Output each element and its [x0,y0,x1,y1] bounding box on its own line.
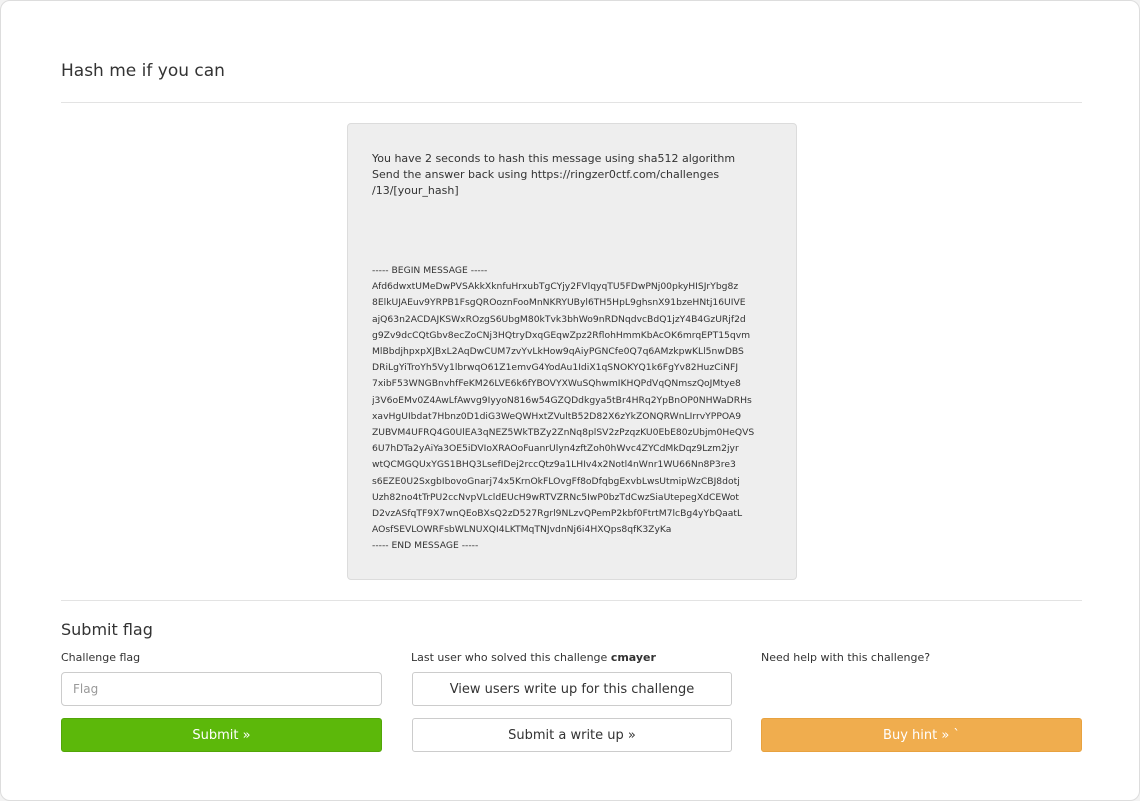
challenge-instructions: You have 2 seconds to hash this message … [372,152,736,197]
message-line: g9Zv9dcCQtGbv8ecZoCNj3HQtryDxqGEqwZpz2Rf… [372,329,751,341]
message-line: Uzh82no4tTrPU2ccNvpVLcldEUcH9wRTVZRNc5Iw… [372,491,739,503]
challenge-panel: Hash me if you can You have 2 seconds to… [0,0,1140,801]
message-line: j3V6oEMv0Z4AwLfAwvg9IyyoN816w54GZQDdkgya… [372,394,752,406]
submit-flag-button[interactable]: Submit » [61,718,382,752]
challenge-message: ----- BEGIN MESSAGE ----- Afd6dwxtUMeDwP… [372,263,772,555]
message-line: s6EZE0U2SxgbIbovoGnarj74x5KrnOkFLOvgFf8o… [372,475,740,487]
message-line: 7xibF53WNGBnvhfFeKM26LVE6k6fYBOVYXWuSQhw… [372,378,741,390]
divider [61,102,1082,103]
view-writeups-button[interactable]: View users write up for this challenge [412,672,732,706]
last-solver-username: cmayer [610,651,656,664]
message-line: D2vzASfqTF9X7wnQEoBXsQ2zD527Rgrl9NLzvQPe… [372,508,743,520]
message-end-marker: ----- END MESSAGE ----- [372,540,479,552]
message-line: wtQCMGQUxYGS1BHQ3LsefIDej2rccQtz9a1LHIv4… [372,459,736,471]
message-line: ajQ63n2ACDAJKSWxROzgS6UbgM80kTvk3bhWo9nR… [372,313,746,325]
challenge-title: Hash me if you can [61,61,225,81]
message-line: 8ElkUJAEuv9YRPB1FsgQROoznFooMnNKRYUByl6T… [372,297,746,309]
challenge-message-box: You have 2 seconds to hash this message … [347,123,797,580]
last-solver-label: Last user who solved this challenge cmay… [411,651,656,664]
submit-writeup-button[interactable]: Submit a write up » [412,718,732,752]
message-line: DRiLgYiTroYh5Vy1lbrwqO61Z1emvG4YodAu1Idi… [372,362,739,374]
buy-hint-button[interactable]: Buy hint » ` [761,718,1082,752]
message-line: ZUBVM4UFRQ4G0UlEA3qNEZ5WkTBZy2ZnNq8plSV2… [372,427,755,439]
divider [61,600,1082,601]
message-begin-marker: ----- BEGIN MESSAGE ----- [372,265,488,276]
message-line: MlBbdjhpxpXJBxL2AqDwCUM7zvYvLkHow9qAiyPG… [372,346,744,358]
last-solver-prefix: Last user who solved this challenge [411,651,608,664]
message-line: Afd6dwxtUMeDwPVSAkkXknfuHrxubTgCYjy2FVlq… [372,281,739,293]
help-label: Need help with this challenge? [761,651,931,664]
message-line: 6U7hDTa2yAiYa3OE5iDVIoXRAOoFuanrUlyn4zft… [372,443,739,455]
flag-input[interactable] [61,672,382,706]
challenge-flag-label: Challenge flag [61,651,141,664]
message-line: xavHgUIbdat7Hbnz0D1diG3WeQWHxtZVultB52D8… [372,410,742,422]
submit-flag-heading: Submit flag [61,620,153,639]
message-line: AOsfSEVLOWRFsbWLNUXQI4LKTMqTNJvdnNj6i4HX… [372,524,672,536]
